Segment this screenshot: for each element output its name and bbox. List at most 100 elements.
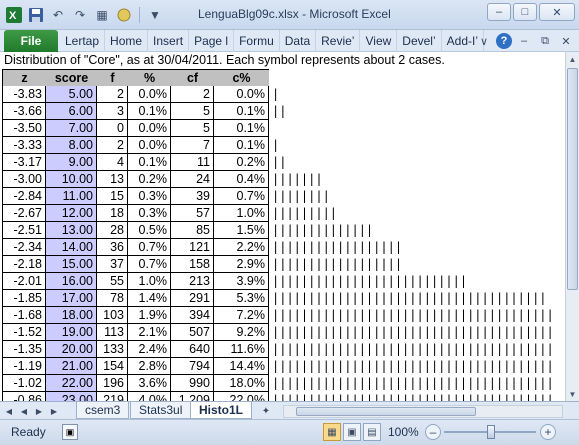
cell-f[interactable]: 2 <box>97 86 128 103</box>
page-break-view-icon[interactable]: ▤ <box>363 423 381 441</box>
close-workbook-icon[interactable]: ✕ <box>557 32 575 50</box>
cell-score[interactable]: 14.00 <box>46 239 97 256</box>
histogram-bars[interactable]: ||||||||||||||||||||||||||||||||||||||| <box>272 375 554 392</box>
tab-developer[interactable]: Devel’ <box>397 30 442 52</box>
cell-f[interactable]: 4 <box>97 154 128 171</box>
cell-f[interactable]: 28 <box>97 222 128 239</box>
cell-score[interactable]: 6.00 <box>46 103 97 120</box>
excel-logo-icon[interactable]: X <box>4 5 24 25</box>
cell-z[interactable]: -1.68 <box>2 307 46 324</box>
cell-cf[interactable]: 7 <box>171 137 214 154</box>
sheet-tab-histo1l[interactable]: Histo1L <box>190 402 253 419</box>
histogram-bars[interactable]: ||||||||||||||||||||||||||||||||||||||| <box>272 392 554 401</box>
cell-cf[interactable]: 640 <box>171 341 214 358</box>
horizontal-scrollbar[interactable] <box>283 405 563 418</box>
cell-f[interactable]: 219 <box>97 392 128 401</box>
help-icon[interactable]: ? <box>496 33 512 49</box>
cell-f[interactable]: 0 <box>97 120 128 137</box>
cell-score[interactable]: 10.00 <box>46 171 97 188</box>
undo-icon[interactable]: ↶ <box>48 5 68 25</box>
cell-pct[interactable]: 0.1% <box>128 103 171 120</box>
customize-icon[interactable]: ▼ <box>145 5 165 25</box>
cell-z[interactable]: -2.18 <box>2 256 46 273</box>
cell-score[interactable]: 19.00 <box>46 324 97 341</box>
header-cf[interactable]: cf <box>171 69 214 86</box>
cell-cf[interactable]: 11 <box>171 154 214 171</box>
tab-formulas[interactable]: Formu <box>234 30 280 52</box>
redo-icon[interactable]: ↷ <box>70 5 90 25</box>
cell-score[interactable]: 16.00 <box>46 273 97 290</box>
cell-pct[interactable]: 2.8% <box>128 358 171 375</box>
cell-pct[interactable]: 1.9% <box>128 307 171 324</box>
cell-cf[interactable]: 57 <box>171 205 214 222</box>
cell-z[interactable]: -3.00 <box>2 171 46 188</box>
minimize-workbook-icon[interactable]: – <box>515 32 533 50</box>
cell-score[interactable]: 22.00 <box>46 375 97 392</box>
cell-pct[interactable]: 4.0% <box>128 392 171 401</box>
tab-home[interactable]: Home <box>105 30 149 52</box>
cell-cf[interactable]: 5 <box>171 103 214 120</box>
cell-cpct[interactable]: 0.7% <box>214 188 269 205</box>
cell-f[interactable]: 15 <box>97 188 128 205</box>
page-layout-view-icon[interactable]: ▣ <box>343 423 361 441</box>
header-cpct[interactable]: c% <box>214 69 269 86</box>
distribution-caption[interactable]: Distribution of "Core", as at 30/04/2011… <box>4 53 445 67</box>
cell-cpct[interactable]: 11.6% <box>214 341 269 358</box>
histogram-bars[interactable]: ||||||||||||||||||||||||||||||||||||||| <box>272 324 554 341</box>
cell-z[interactable]: -1.19 <box>2 358 46 375</box>
cell-f[interactable]: 2 <box>97 137 128 154</box>
cell-pct[interactable]: 0.3% <box>128 188 171 205</box>
cell-pct[interactable]: 3.6% <box>128 375 171 392</box>
cell-cf[interactable]: 121 <box>171 239 214 256</box>
close-button[interactable]: ✕ <box>539 3 575 21</box>
histogram-bars[interactable]: |||||||||||||||||||||||||||||||||||||| <box>272 290 547 307</box>
cell-cpct[interactable]: 2.2% <box>214 239 269 256</box>
maximize-button[interactable]: □ <box>513 3 537 21</box>
histogram-bars[interactable]: || <box>272 154 286 171</box>
cell-f[interactable]: 18 <box>97 205 128 222</box>
cell-cf[interactable]: 39 <box>171 188 214 205</box>
cell-z[interactable]: -2.34 <box>2 239 46 256</box>
header-z[interactable]: z <box>2 69 46 86</box>
cell-score[interactable]: 11.00 <box>46 188 97 205</box>
cell-cf[interactable]: 85 <box>171 222 214 239</box>
prev-sheet-icon[interactable]: ◀ <box>17 404 31 418</box>
cell-f[interactable]: 154 <box>97 358 128 375</box>
header-f[interactable]: f <box>97 69 128 86</box>
scroll-down-icon[interactable]: ▼ <box>566 387 579 401</box>
vertical-scrollbar[interactable]: ▲ ▼ <box>565 52 579 401</box>
cell-pct[interactable]: 2.1% <box>128 324 171 341</box>
cell-pct[interactable]: 0.2% <box>128 171 171 188</box>
histogram-bars[interactable]: | <box>272 137 279 154</box>
histogram-bars[interactable]: ||||||||||||||||||||||||||||||||||||||| <box>272 358 554 375</box>
histogram-bars[interactable]: |||||||||||||| <box>272 222 373 239</box>
cell-cf[interactable]: 990 <box>171 375 214 392</box>
cell-score[interactable]: 21.00 <box>46 358 97 375</box>
cell-pct[interactable]: 0.7% <box>128 239 171 256</box>
cell-score[interactable]: 9.00 <box>46 154 97 171</box>
cell-cpct[interactable]: 0.1% <box>214 103 269 120</box>
cell-score[interactable]: 8.00 <box>46 137 97 154</box>
cell-f[interactable]: 196 <box>97 375 128 392</box>
tab-data[interactable]: Data <box>280 30 317 52</box>
cell-z[interactable]: -2.01 <box>2 273 46 290</box>
cell-cpct[interactable]: 18.0% <box>214 375 269 392</box>
cell-cpct[interactable]: 0.1% <box>214 137 269 154</box>
histogram-bars[interactable]: ||||||||| <box>272 205 337 222</box>
cell-score[interactable]: 12.00 <box>46 205 97 222</box>
cell-f[interactable]: 3 <box>97 103 128 120</box>
cell-pct[interactable]: 0.0% <box>128 137 171 154</box>
save-icon[interactable] <box>26 5 46 25</box>
cell-z[interactable]: -1.35 <box>2 341 46 358</box>
cell-score[interactable]: 13.00 <box>46 222 97 239</box>
cell-cpct[interactable]: 0.0% <box>214 86 269 103</box>
tab-view[interactable]: View <box>360 30 398 52</box>
cell-cpct[interactable]: 14.4% <box>214 358 269 375</box>
cell-pct[interactable]: 1.0% <box>128 273 171 290</box>
cell-z[interactable]: -3.66 <box>2 103 46 120</box>
insert-sheet-icon[interactable]: ✦ <box>258 404 274 418</box>
cell-z[interactable]: -1.52 <box>2 324 46 341</box>
cell-cpct[interactable]: 0.2% <box>214 154 269 171</box>
cell-z[interactable]: -2.51 <box>2 222 46 239</box>
minimize-button[interactable]: – <box>487 3 511 21</box>
